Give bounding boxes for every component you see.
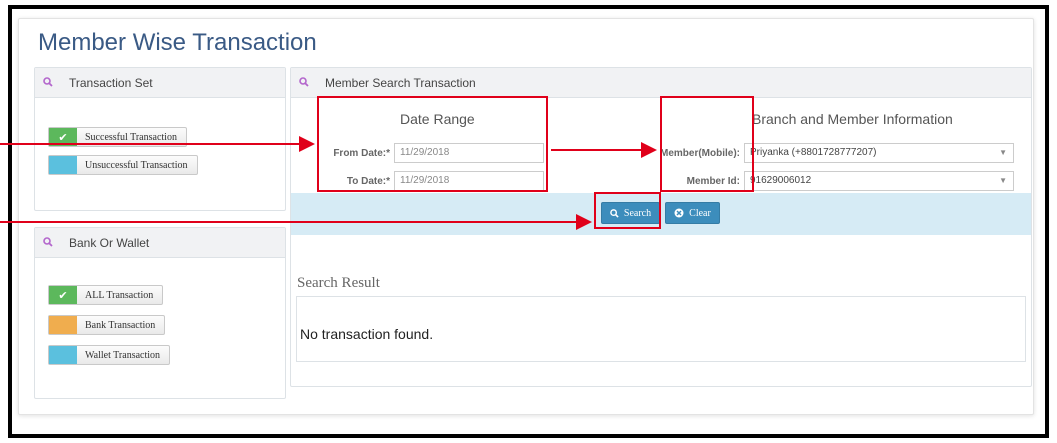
annotation-arrows [0, 136, 657, 230]
